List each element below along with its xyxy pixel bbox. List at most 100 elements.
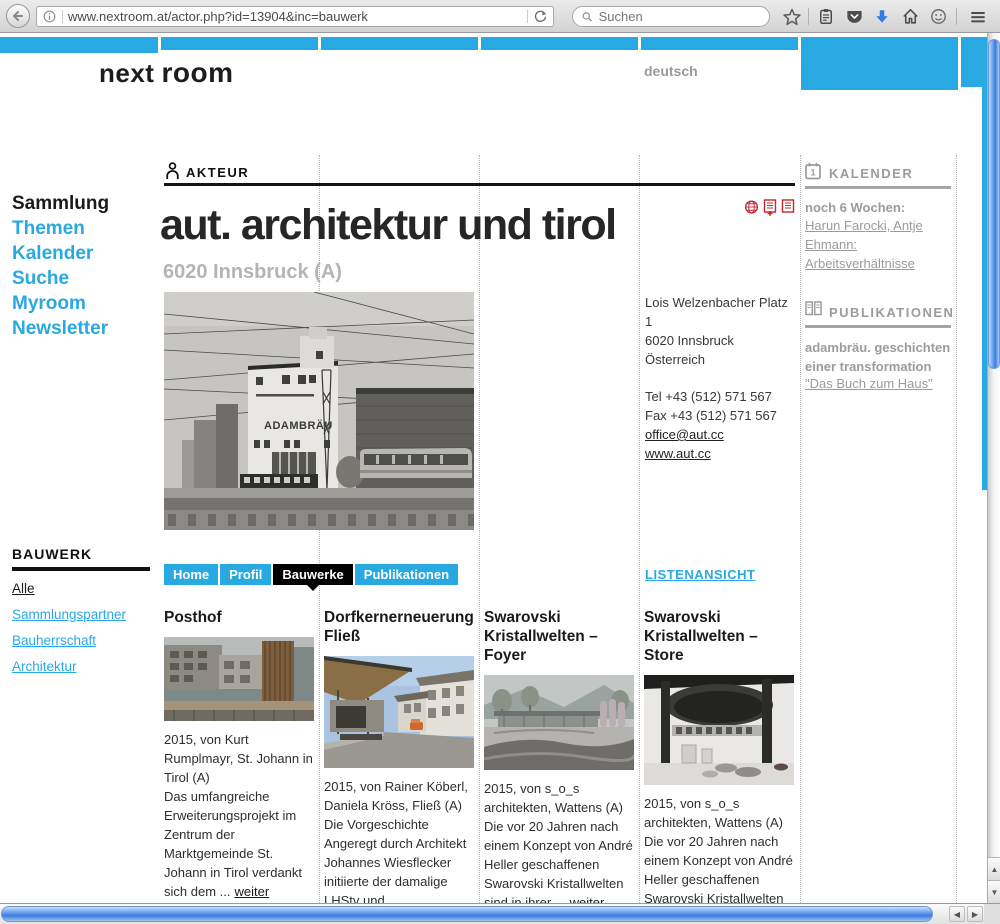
- project-title[interactable]: Swarovski Kristallwelten – Store: [644, 608, 794, 665]
- grid-dotted-line: [800, 155, 801, 903]
- publication-link[interactable]: "Das Buch zum Haus": [805, 376, 933, 391]
- project-description: 2015, von s_o_s architekten, Wattens (A)…: [484, 779, 634, 912]
- nav-item-kalender[interactable]: Kalender: [12, 241, 109, 266]
- scroll-up-button[interactable]: ▲: [988, 857, 1000, 880]
- project-card: Swarovski Kristallwelten – Store 2015, v…: [644, 608, 794, 924]
- logo-next: next: [99, 58, 154, 88]
- scroll-right-button[interactable]: ▶: [967, 906, 983, 922]
- url-text: www.nextroom.at/actor.php?id=13904&inc=b…: [68, 9, 522, 24]
- email-link[interactable]: office@aut.cc: [645, 425, 797, 444]
- project-title[interactable]: Dorfkernerneuerung Fließ: [324, 608, 474, 646]
- project-title[interactable]: Swarovski Kristallwelten – Foyer: [484, 608, 634, 665]
- nav-item-themen[interactable]: Themen: [12, 216, 109, 241]
- actor-main-photo: ADAMBRÄU: [164, 292, 474, 530]
- bauwerk-filter-links: Alle Sammlungspartner Bauherrschaft Arch…: [12, 581, 126, 685]
- info-icon[interactable]: [42, 9, 57, 24]
- svg-text:1: 1: [810, 168, 815, 178]
- grid-bar-segment: [321, 37, 478, 50]
- person-icon: [165, 162, 180, 180]
- filter-sammlungspartner[interactable]: Sammlungspartner: [12, 607, 126, 622]
- pocket-icon[interactable]: [842, 5, 866, 28]
- project-image[interactable]: [644, 675, 794, 785]
- nextroom-logo[interactable]: nextroom: [99, 57, 233, 89]
- publikationen-heading: PUBLIKATIONEN: [829, 305, 954, 320]
- project-meta: 2015, von Kurt Rumplmayr, St. Johann in …: [164, 732, 313, 785]
- fax: Fax +43 (512) 571 567: [645, 406, 797, 425]
- list-view-link[interactable]: LISTENANSICHT: [645, 567, 756, 582]
- filter-alle[interactable]: Alle: [12, 581, 126, 596]
- website-link[interactable]: www.aut.cc: [645, 444, 797, 463]
- bookmark-star-icon[interactable]: [780, 5, 804, 28]
- photo-building-name: ADAMBRÄU: [264, 419, 333, 432]
- browser-search-input[interactable]: [599, 9, 761, 24]
- kalender-heading: KALENDER: [829, 166, 913, 181]
- nav-item-newsletter[interactable]: Newsletter: [12, 316, 109, 341]
- grid-bar-segment: [0, 37, 158, 53]
- publication-title: adambräu. geschichten einer transformati…: [805, 338, 957, 376]
- horizontal-scrollbar-thumb[interactable]: [1, 906, 933, 922]
- back-button[interactable]: [6, 4, 30, 28]
- url-divider: [62, 10, 63, 23]
- address-line: 6020 Innsbruck: [645, 331, 797, 350]
- section-rule: [164, 183, 795, 186]
- grid-bar-segment: [961, 37, 988, 87]
- project-title[interactable]: Posthof: [164, 608, 314, 627]
- grid-dotted-line: [639, 155, 640, 903]
- logo-room: room: [161, 57, 233, 88]
- address-block: Lois Welzenbacher Platz 1 6020 Innsbruck…: [645, 293, 797, 463]
- site-search-block: [801, 37, 958, 90]
- browser-search[interactable]: [572, 6, 770, 27]
- page-subtitle: 6020 Innsbruck (A): [163, 261, 342, 284]
- horizontal-scrollbar[interactable]: ◀ ▶: [0, 903, 1000, 924]
- nav-item-myroom[interactable]: Myroom: [12, 291, 109, 316]
- scroll-left-button[interactable]: ◀: [949, 906, 965, 922]
- project-meta: 2015, von s_o_s architekten, Wattens (A): [644, 796, 783, 830]
- bauwerk-filter-rule: [12, 567, 150, 571]
- project-card: Dorfkernerneuerung Fließ 2015, von Raine…: [324, 608, 474, 924]
- nav-item-sammlung[interactable]: Sammlung: [12, 191, 109, 216]
- tab-profil[interactable]: Profil: [220, 564, 271, 585]
- reload-icon[interactable]: [533, 9, 548, 24]
- grid-bar-segment: [641, 37, 798, 50]
- scroll-down-button[interactable]: ▼: [988, 880, 1000, 903]
- vertical-scrollbar-thumb[interactable]: [988, 39, 1000, 369]
- project-meta: 2015, von Rainer Köberl, Daniela Kröss, …: [324, 779, 468, 813]
- home-icon[interactable]: [898, 5, 922, 28]
- feedback-smiley-icon[interactable]: [926, 5, 950, 28]
- screen: www.nextroom.at/actor.php?id=13904&inc=b…: [0, 0, 1000, 924]
- search-icon: [581, 10, 594, 24]
- project-text: Das umfangreiche Erweiterungsprojekt im …: [164, 789, 302, 899]
- tab-publikationen[interactable]: Publikationen: [355, 564, 458, 585]
- reading-list-icon[interactable]: [814, 5, 838, 28]
- project-description: 2015, von Kurt Rumplmayr, St. Johann in …: [164, 730, 314, 901]
- scrollbar-corner: [984, 903, 1000, 924]
- address-line: Lois Welzenbacher Platz 1: [645, 293, 797, 331]
- project-description: 2015, von Rainer Köberl, Daniela Kröss, …: [324, 777, 474, 924]
- book-icon: [805, 301, 822, 316]
- menu-hamburger-icon[interactable]: [966, 5, 990, 28]
- filter-architektur[interactable]: Architektur: [12, 659, 126, 674]
- nav-item-suche[interactable]: Suche: [12, 266, 109, 291]
- kalender-event-link[interactable]: Harun Farocki, Antje Ehmann: Arbeitsverh…: [805, 216, 957, 273]
- calendar-icon: 1: [805, 162, 821, 180]
- url-bar[interactable]: www.nextroom.at/actor.php?id=13904&inc=b…: [36, 6, 554, 27]
- url-divider: [527, 10, 528, 23]
- project-card: Posthof 2015, von Kurt Rumplmayr, St: [164, 608, 314, 924]
- language-switch[interactable]: deutsch: [644, 63, 698, 79]
- section-label: AKTEUR: [186, 165, 249, 180]
- project-image[interactable]: [324, 656, 474, 768]
- project-image[interactable]: [484, 675, 634, 770]
- toolbar-divider: [808, 8, 809, 25]
- publikationen-rule: [805, 325, 951, 328]
- grid-bar-segment: [161, 37, 318, 50]
- main-nav: Sammlung Themen Kalender Suche Myroom Ne…: [12, 191, 109, 341]
- download-icon[interactable]: [870, 5, 894, 28]
- phone: Tel +43 (512) 571 567: [645, 387, 797, 406]
- tab-home[interactable]: Home: [164, 564, 218, 585]
- vertical-scrollbar[interactable]: ▲ ▼: [987, 33, 1000, 903]
- tab-bauwerke[interactable]: Bauwerke: [273, 564, 352, 585]
- project-image[interactable]: [164, 637, 314, 721]
- filter-bauherrschaft[interactable]: Bauherrschaft: [12, 633, 126, 648]
- weiter-link[interactable]: weiter: [234, 884, 269, 899]
- grid-bar-segment: [481, 37, 638, 50]
